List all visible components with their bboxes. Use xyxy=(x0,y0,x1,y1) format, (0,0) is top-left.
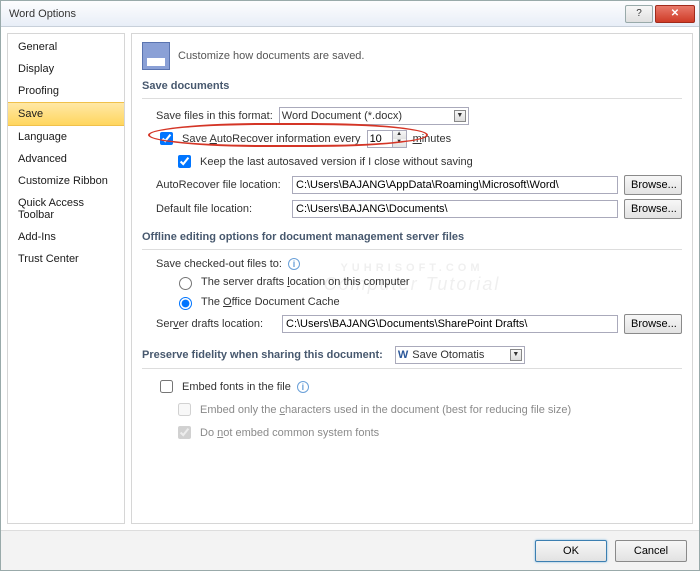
save-format-select[interactable]: Word Document (*.docx) ▼ xyxy=(279,107,469,125)
footer: OK Cancel xyxy=(1,530,699,570)
server-drafts-radio[interactable] xyxy=(179,277,192,290)
keep-last-autosaved-checkbox[interactable] xyxy=(178,155,191,168)
browse-autorecover-button[interactable]: Browse... xyxy=(624,175,682,195)
help-button[interactable]: ? xyxy=(625,5,653,23)
word-options-window: Word Options ? ✕ General Display Proofin… xyxy=(0,0,700,571)
word-doc-icon: W xyxy=(398,349,408,361)
titlebar: Word Options ? ✕ xyxy=(1,1,699,27)
sidebar-item-general[interactable]: General xyxy=(8,36,124,58)
preserve-doc-select[interactable]: W Save Otomatis ▼ xyxy=(395,346,525,364)
section-save-documents: Save documents xyxy=(142,80,682,92)
save-format-label: Save files in this format: xyxy=(156,110,273,122)
spin-down-icon[interactable]: ▼ xyxy=(393,139,406,147)
chevron-down-icon: ▼ xyxy=(454,110,466,122)
autorecover-minutes-input[interactable] xyxy=(368,131,392,147)
default-location-label: Default file location: xyxy=(156,203,286,215)
sidebar-item-qat[interactable]: Quick Access Toolbar xyxy=(8,192,124,226)
sidebar-item-proofing[interactable]: Proofing xyxy=(8,80,124,102)
save-icon xyxy=(142,42,170,70)
content-pane: YUHRISOFT.COMComputer Tutorial Customize… xyxy=(131,33,693,524)
section-offline: Offline editing options for document man… xyxy=(142,231,682,243)
sidebar-item-advanced[interactable]: Advanced xyxy=(8,148,124,170)
browse-drafts-button[interactable]: Browse... xyxy=(624,314,682,334)
browse-default-button[interactable]: Browse... xyxy=(624,199,682,219)
default-location-input[interactable] xyxy=(292,200,618,218)
ok-button[interactable]: OK xyxy=(535,540,607,562)
sidebar-item-trust-center[interactable]: Trust Center xyxy=(8,248,124,270)
checkedout-label: Save checked-out files to: xyxy=(156,258,282,270)
spin-up-icon[interactable]: ▲ xyxy=(393,131,406,139)
dialog-body: General Display Proofing Save Language A… xyxy=(1,27,699,530)
autorecover-label: Save AutoRecover information every xyxy=(182,133,361,145)
sidebar-item-addins[interactable]: Add-Ins xyxy=(8,226,124,248)
autorecover-location-input[interactable] xyxy=(292,176,618,194)
server-drafts-location-label: Server drafts location: xyxy=(156,318,276,330)
chevron-down-icon: ▼ xyxy=(510,349,522,361)
embed-fonts-checkbox[interactable] xyxy=(160,380,173,393)
embed-fonts-label: Embed fonts in the file xyxy=(182,381,291,393)
page-header: Customize how documents are saved. xyxy=(142,42,682,70)
page-subtitle: Customize how documents are saved. xyxy=(178,50,364,62)
sidebar-item-language[interactable]: Language xyxy=(8,126,124,148)
autorecover-location-label: AutoRecover file location: xyxy=(156,179,286,191)
autorecover-minutes-spinner[interactable]: ▲▼ xyxy=(367,130,407,148)
autorecover-checkbox[interactable] xyxy=(160,132,173,145)
close-button[interactable]: ✕ xyxy=(655,5,695,23)
server-drafts-location-input[interactable] xyxy=(282,315,618,333)
info-icon[interactable]: i xyxy=(297,381,309,393)
no-common-fonts-checkbox xyxy=(178,426,191,439)
office-cache-label: The Office Document Cache xyxy=(201,296,340,308)
embed-only-chars-checkbox xyxy=(178,403,191,416)
sidebar-item-customize-ribbon[interactable]: Customize Ribbon xyxy=(8,170,124,192)
sidebar: General Display Proofing Save Language A… xyxy=(7,33,125,524)
minutes-label: minutes xyxy=(413,133,452,145)
sidebar-item-display[interactable]: Display xyxy=(8,58,124,80)
sidebar-item-save[interactable]: Save xyxy=(8,102,124,126)
office-cache-radio[interactable] xyxy=(179,297,192,310)
no-common-fonts-label: Do not embed common system fonts xyxy=(200,427,379,439)
cancel-button[interactable]: Cancel xyxy=(615,540,687,562)
info-icon[interactable]: i xyxy=(288,258,300,270)
embed-only-chars-label: Embed only the characters used in the do… xyxy=(200,404,571,416)
keep-last-autosaved-label: Keep the last autosaved version if I clo… xyxy=(200,156,473,168)
section-preserve: Preserve fidelity when sharing this docu… xyxy=(142,349,383,361)
server-drafts-label: The server drafts location on this compu… xyxy=(201,276,410,288)
window-title: Word Options xyxy=(9,8,623,20)
